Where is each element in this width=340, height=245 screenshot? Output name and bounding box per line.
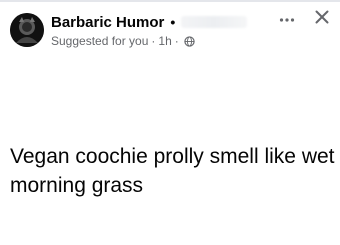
post-card: Barbaric Humor • Suggested for you · 1h … (0, 0, 340, 245)
globe-icon (184, 35, 195, 47)
more-options-button[interactable] (276, 9, 298, 29)
author-row: Barbaric Humor • (51, 12, 248, 32)
post-timestamp[interactable]: 1h (158, 34, 171, 48)
meta-separator: · (151, 34, 156, 48)
more-horizontal-icon (279, 10, 295, 28)
post-body-text: Vegan coochie prolly smell like wet morn… (10, 145, 335, 197)
hide-post-button[interactable] (311, 8, 333, 30)
page-avatar[interactable] (10, 13, 44, 47)
post-meta: Suggested for you · 1h · (51, 33, 195, 49)
top-divider (0, 0, 340, 2)
suggested-label: Suggested for you (51, 34, 149, 48)
close-icon (315, 10, 329, 29)
meta-separator: · (174, 34, 179, 48)
name-separator: • (170, 14, 176, 30)
author-name[interactable]: Barbaric Humor (51, 14, 164, 31)
redacted-follow-area (181, 16, 248, 28)
